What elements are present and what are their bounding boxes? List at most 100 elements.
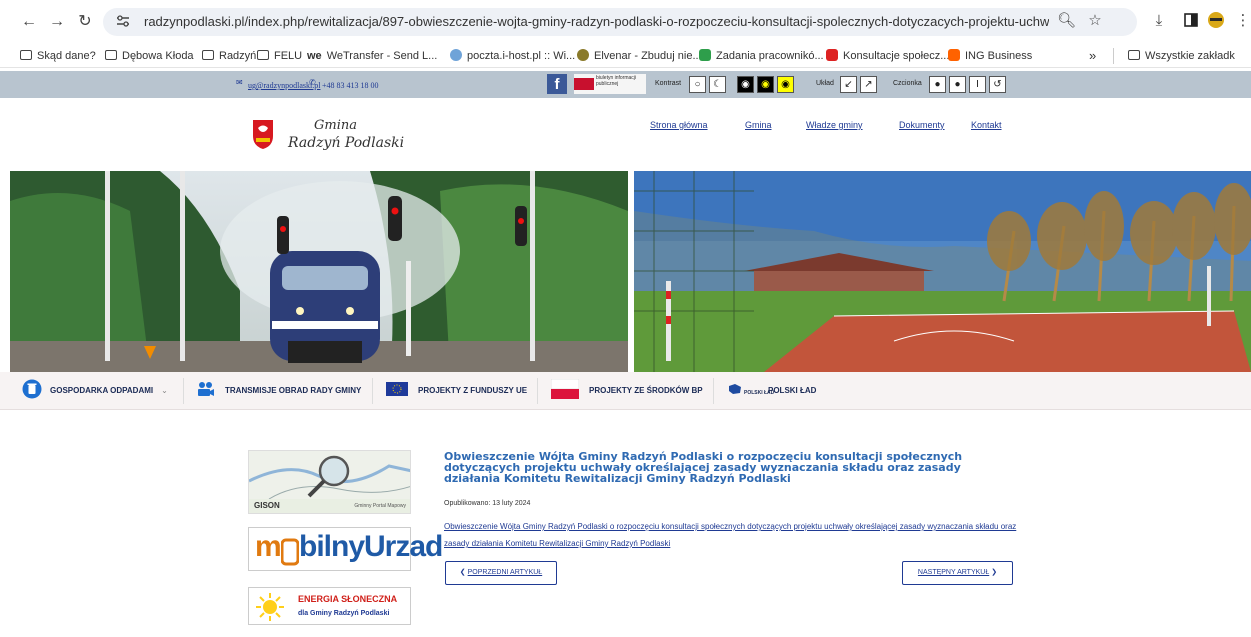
nav-documents[interactable]: Dokumenty bbox=[899, 120, 945, 130]
bookmark-item[interactable]: poczta.i-host.pl :: Wi... bbox=[450, 48, 575, 64]
folder-icon bbox=[202, 50, 214, 60]
forward-icon[interactable]: → bbox=[48, 13, 66, 31]
bookmark-item[interactable]: Elvenar - Zbuduj nie... bbox=[577, 48, 702, 64]
font-smaller-button[interactable]: ● bbox=[929, 76, 946, 93]
download-icon[interactable]: ⤓ bbox=[1150, 12, 1168, 30]
prev-article-button[interactable]: ❮ POPRZEDNI ARTYKUŁ bbox=[445, 561, 557, 585]
gison-banner[interactable]: GISON Gminny Portal Mapowy bbox=[248, 450, 411, 514]
quicklinks-divider bbox=[183, 378, 184, 404]
quicklink-council-broadcast[interactable]: TRANSMISJE OBRAD RADY GMINY bbox=[197, 372, 361, 410]
layout-wide-button[interactable]: ↗ bbox=[860, 76, 877, 93]
chevron-left-icon: ❮ bbox=[459, 569, 466, 576]
chevron-down-icon[interactable]: ⌄ bbox=[161, 386, 168, 395]
elvenar-icon bbox=[577, 49, 589, 61]
bookmark-item[interactable]: FELU bbox=[257, 48, 302, 64]
wetransfer-icon: we bbox=[307, 50, 322, 62]
contrast-moon-button[interactable]: ☾ bbox=[709, 76, 726, 93]
bookmark-item[interactable]: Konsultacje społecz... bbox=[826, 48, 949, 64]
quicklink-eu-funds[interactable]: PROJEKTY Z FUNDUSZY UE bbox=[386, 372, 527, 410]
facebook-icon[interactable]: f bbox=[547, 74, 567, 94]
font-label: Czcionka bbox=[893, 80, 922, 87]
mail-icon bbox=[450, 49, 462, 61]
camera-people-icon bbox=[198, 382, 214, 396]
nav-authorities[interactable]: Władze gminy bbox=[806, 120, 863, 130]
bip-text: biuletyn informacji publicznej bbox=[596, 75, 637, 87]
font-larger-button[interactable]: ● bbox=[949, 76, 966, 93]
train-illustration bbox=[10, 171, 628, 372]
folder-icon bbox=[257, 50, 269, 60]
logo-line1: Gmina bbox=[314, 118, 357, 133]
nav-gmina[interactable]: Gmina bbox=[745, 120, 772, 130]
star-icon[interactable]: ☆ bbox=[1086, 12, 1104, 30]
envelope-icon: ✉ bbox=[236, 78, 243, 87]
quicklink-polski-lad[interactable]: POLSKI ŁADPOLSKI ŁAD bbox=[728, 372, 816, 410]
all-bookmarks-folder[interactable]: Wszystkie zakładk bbox=[1128, 48, 1235, 64]
coat-of-arms-icon[interactable] bbox=[251, 118, 275, 150]
bookmark-item[interactable]: Dębowa Kłoda bbox=[105, 48, 194, 64]
quicklinks-divider bbox=[713, 378, 714, 404]
phone-o-icon bbox=[281, 538, 299, 566]
mobil-text-rest: bilnyUrzad bbox=[299, 530, 443, 563]
gison-subtitle: Gminny Portal Mapowy bbox=[354, 503, 406, 509]
article-document-link[interactable]: Obwieszczenie Wójta Gminy Radzyń Podlask… bbox=[444, 518, 1024, 552]
quicklinks-divider bbox=[537, 378, 538, 404]
layout-label: Układ bbox=[816, 80, 834, 87]
quicklinks-divider bbox=[372, 378, 373, 404]
phone-number: +48 83 413 18 00 bbox=[322, 81, 379, 90]
hero-sports-field-image bbox=[634, 171, 1251, 372]
bookmark-item[interactable]: Skąd dane? bbox=[20, 48, 96, 64]
energy-banner[interactable]: ENERGIA SŁONECZNA dla Gminy Radzyń Podla… bbox=[248, 587, 411, 625]
bookmark-item[interactable]: Radzyń bbox=[202, 48, 256, 64]
profile-avatar-icon[interactable] bbox=[1207, 11, 1225, 29]
bip-logo[interactable]: biuletyn informacji publicznej bbox=[574, 74, 646, 94]
contrast-default-button[interactable]: ○ bbox=[689, 76, 706, 93]
contrast-black-button[interactable]: ◉ bbox=[737, 76, 754, 93]
bookmarks-bar: Skąd dane? Dębowa Kłoda Radzyń FELU we We… bbox=[0, 44, 1251, 68]
folder-icon bbox=[1128, 50, 1140, 60]
tasks-icon bbox=[699, 49, 711, 61]
site-settings-icon[interactable] bbox=[116, 14, 130, 28]
font-reset-button[interactable]: ↺ bbox=[989, 76, 1006, 93]
back-icon[interactable]: ← bbox=[20, 13, 38, 31]
bookmark-item[interactable]: we WeTransfer - Send L... bbox=[307, 48, 437, 64]
mobil-text-m: m bbox=[255, 530, 282, 563]
more-bookmarks-button[interactable]: » bbox=[1089, 48, 1096, 64]
article-title: Obwieszczenie Wójta Gminy Radzyń Podlask… bbox=[444, 450, 963, 485]
contrast-yellow-button[interactable]: ◉ bbox=[777, 76, 794, 93]
sun-icon bbox=[256, 593, 284, 621]
bookmark-item[interactable]: ING Business bbox=[948, 48, 1032, 64]
poland-flag-icon bbox=[550, 378, 580, 399]
side-panel-icon[interactable] bbox=[1182, 11, 1200, 29]
font-size-button[interactable]: I bbox=[969, 76, 986, 93]
nav-home[interactable]: Strona główna bbox=[650, 120, 708, 130]
next-article-button[interactable]: NASTĘPNY ARTYKUŁ ❯ bbox=[902, 561, 1013, 585]
logo-line2: Radzyń Podlaski bbox=[288, 135, 405, 151]
layout-narrow-button[interactable]: ↙ bbox=[840, 76, 857, 93]
quicklink-waste[interactable]: GOSPODARKA ODPADAMI ⌄ bbox=[22, 372, 168, 410]
bip-flag-icon bbox=[574, 78, 594, 90]
mobilny-urzad-banner[interactable]: m bilnyUrzad bbox=[248, 527, 443, 571]
ing-icon bbox=[948, 49, 960, 61]
browser-toolbar: ← → ↻ radzynpodlaski.pl/index.php/rewita… bbox=[0, 0, 1251, 44]
gison-title: GISON bbox=[254, 501, 280, 510]
eu-flag-icon bbox=[386, 382, 408, 396]
contrast-black-yellow-button[interactable]: ◉ bbox=[757, 76, 774, 93]
trash-bin-icon bbox=[22, 379, 42, 399]
consult-icon bbox=[826, 49, 838, 61]
nav-contact[interactable]: Kontakt bbox=[971, 120, 1002, 130]
polski-lad-logo-icon bbox=[729, 384, 741, 394]
folder-icon bbox=[105, 50, 117, 60]
url-text[interactable]: radzynpodlaski.pl/index.php/rewitalizacj… bbox=[144, 14, 1049, 29]
article-date: Opublikowano: 13 luty 2024 bbox=[444, 500, 531, 507]
map-magnifier-illustration bbox=[249, 451, 410, 500]
hero-train-image bbox=[10, 171, 628, 372]
zoom-icon[interactable]: 🔍︎ bbox=[1057, 12, 1076, 30]
bookmark-item[interactable]: Zadania pracownikó... bbox=[699, 48, 824, 64]
sports-field-illustration bbox=[634, 171, 1251, 372]
contrast-label: Kontrast bbox=[655, 80, 682, 87]
quicklink-state-budget[interactable]: PROJEKTY ZE ŚRODKÓW BP bbox=[550, 372, 703, 410]
phone-icon: ✆ bbox=[309, 78, 316, 87]
chevron-right-icon: ❯ bbox=[991, 569, 998, 576]
reload-icon[interactable]: ↻ bbox=[76, 13, 94, 31]
menu-icon[interactable]: ⋮ bbox=[1234, 12, 1251, 30]
